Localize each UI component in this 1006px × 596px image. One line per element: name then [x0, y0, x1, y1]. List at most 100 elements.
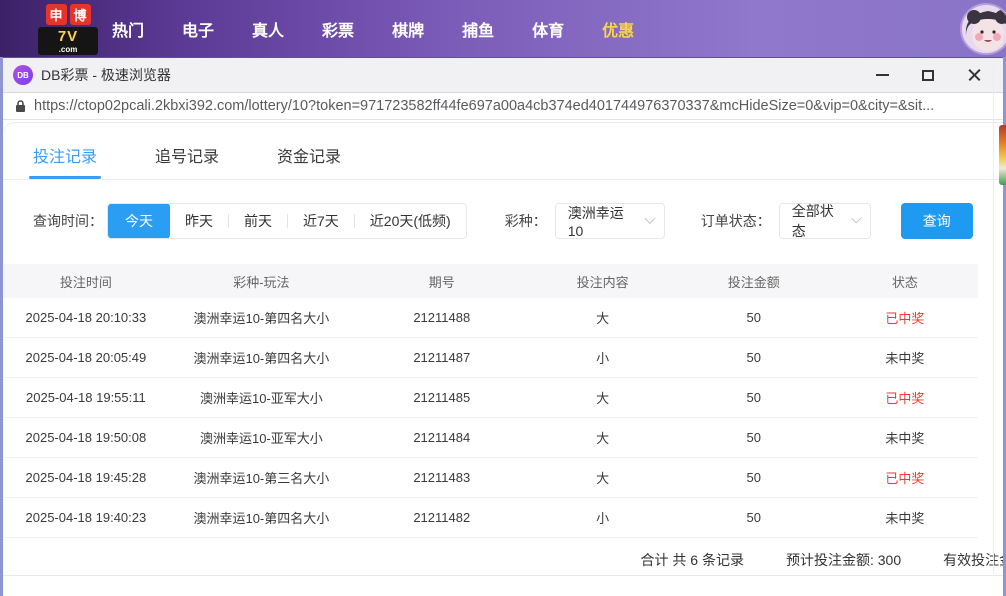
status-cell: 已中奖 [832, 308, 978, 327]
user-avatar-image [962, 5, 1006, 55]
status-cell: 已中奖 [832, 388, 978, 407]
bet-content: 小 [530, 348, 676, 367]
table-row: 2025-04-18 19:40:23 澳洲幸运10-第四名大小 2121148… [3, 498, 978, 538]
tab-fund-records-label: 资金记录 [277, 149, 341, 166]
status-cell: 未中奖 [832, 508, 978, 527]
lottery-type-label: 彩种： [505, 211, 547, 231]
bet-content: 大 [530, 388, 676, 407]
bet-content: 大 [530, 428, 676, 447]
issue-number: 21211485 [354, 390, 530, 405]
nav-item-slots[interactable]: 电子 [182, 17, 214, 41]
bet-records-table: 投注时间 彩种-玩法 期号 投注内容 投注金额 状态 2025-04-18 20… [3, 264, 978, 538]
lock-icon [15, 99, 26, 113]
bet-time: 2025-04-18 19:40:23 [3, 510, 169, 525]
game-play: 澳洲幸运10-第四名大小 [169, 508, 354, 527]
tab-bet-records-label: 投注记录 [33, 149, 97, 166]
status-cell: 未中奖 [832, 428, 978, 447]
minimize-button[interactable] [871, 64, 893, 86]
header-bet-amount: 投注金额 [676, 272, 832, 291]
bet-amount: 50 [676, 510, 832, 525]
time-option-20days[interactable]: 近20天(低频) [355, 203, 466, 239]
url-bar[interactable]: https://ctop02pcali.2kbxi392.com/lottery… [3, 92, 1003, 120]
bet-amount: 50 [676, 470, 832, 485]
bet-time: 2025-04-18 19:45:28 [3, 470, 169, 485]
close-icon [968, 69, 981, 82]
game-play: 澳洲幸运10-第四名大小 [169, 348, 354, 367]
logo-badge-left: 申 [46, 4, 67, 25]
bet-time: 2025-04-18 20:10:33 [3, 310, 169, 325]
order-status-select[interactable]: 全部状态 [779, 203, 871, 239]
order-status-label: 订单状态： [701, 211, 771, 231]
nav-item-fishing[interactable]: 捕鱼 [462, 17, 494, 41]
user-avatar[interactable] [960, 3, 1006, 55]
lottery-type-value: 澳洲幸运10 [568, 203, 635, 239]
nav-item-sports[interactable]: 体育 [532, 17, 564, 41]
time-option-yesterday[interactable]: 昨天 [170, 203, 228, 239]
issue-number: 21211482 [354, 510, 530, 525]
header-issue: 期号 [354, 272, 530, 291]
table-row: 2025-04-18 19:45:28 澳洲幸运10-第三名大小 2121148… [3, 458, 978, 498]
url-text: https://ctop02pcali.2kbxi392.com/lottery… [34, 98, 934, 114]
close-button[interactable] [963, 64, 985, 86]
browser-app-icon: DB [13, 65, 33, 85]
logo-badges: 申 博 [38, 4, 98, 25]
lottery-type-select[interactable]: 澳洲幸运10 [555, 203, 665, 239]
tab-chase-records-label: 追号记录 [155, 149, 219, 166]
search-button[interactable]: 查询 [901, 203, 973, 239]
bet-content: 大 [530, 468, 676, 487]
scrollbar-track[interactable] [993, 66, 994, 574]
clipped-floating-widget[interactable] [999, 125, 1006, 185]
window-title: DB彩票 - 极速浏览器 [41, 65, 171, 85]
time-option-7days[interactable]: 近7天 [288, 203, 354, 239]
game-play: 澳洲幸运10-第四名大小 [169, 308, 354, 327]
tab-chase-records[interactable]: 追号记录 [155, 143, 219, 179]
header-status: 状态 [832, 272, 978, 291]
query-time-label: 查询时间： [33, 211, 103, 231]
browser-window: DB DB彩票 - 极速浏览器 https://ctop02pcali.2kbx… [3, 57, 1003, 596]
nav-item-promotions[interactable]: 优惠 [602, 17, 634, 41]
bet-amount: 50 [676, 390, 832, 405]
record-tabs: 投注记录 追号记录 资金记录 [3, 123, 1003, 180]
summary-valid-amount: 有效投注金额: [943, 550, 1003, 570]
bet-time: 2025-04-18 20:05:49 [3, 350, 169, 365]
table-row: 2025-04-18 20:05:49 澳洲幸运10-第四名大小 2121148… [3, 338, 978, 378]
minimize-icon [876, 74, 889, 76]
issue-number: 21211483 [354, 470, 530, 485]
filter-bar: 查询时间： 今天 昨天 前天 近7天 近20天(低频) 彩种： 澳洲幸运10 订… [3, 180, 1003, 239]
summary-expected-amount: 预计投注金额: 300 [786, 550, 901, 570]
game-play: 澳洲幸运10-亚军大小 [169, 388, 354, 407]
logo-com-text: .com [42, 46, 94, 53]
site-logo[interactable]: 申 博 7V .com [38, 4, 98, 55]
site-top-bar: 申 博 7V .com 热门 电子 真人 彩票 棋牌 捕鱼 体育 优惠 [0, 0, 1006, 57]
table-row: 2025-04-18 19:50:08 澳洲幸运10-亚军大小 21211484… [3, 418, 978, 458]
logo-badge-right: 博 [70, 4, 91, 25]
status-cell: 已中奖 [832, 468, 978, 487]
nav-item-cards[interactable]: 棋牌 [392, 17, 424, 41]
bet-time: 2025-04-18 19:50:08 [3, 430, 169, 445]
tab-bet-records[interactable]: 投注记录 [33, 143, 97, 179]
main-nav: 热门 电子 真人 彩票 棋牌 捕鱼 体育 优惠 [112, 0, 634, 57]
logo-main: 7V .com [38, 27, 98, 55]
nav-item-lottery[interactable]: 彩票 [322, 17, 354, 41]
maximize-icon [922, 70, 934, 81]
header-bet-content: 投注内容 [530, 272, 676, 291]
browser-title-bar: DB DB彩票 - 极速浏览器 [3, 57, 1003, 92]
time-option-day-before[interactable]: 前天 [229, 203, 287, 239]
table-row: 2025-04-18 19:55:11 澳洲幸运10-亚军大小 21211485… [3, 378, 978, 418]
nav-item-hot[interactable]: 热门 [112, 17, 144, 41]
chevron-down-icon [644, 213, 655, 224]
status-cell: 未中奖 [832, 348, 978, 367]
maximize-button[interactable] [917, 64, 939, 86]
bet-time: 2025-04-18 19:55:11 [3, 390, 169, 405]
window-controls [871, 64, 993, 86]
table-header-row: 投注时间 彩种-玩法 期号 投注内容 投注金额 状态 [3, 264, 978, 298]
nav-item-live[interactable]: 真人 [252, 17, 284, 41]
lottery-records-page: 投注记录 追号记录 资金记录 查询时间： 今天 昨天 前天 [3, 123, 1003, 596]
time-option-today[interactable]: 今天 [108, 203, 170, 239]
issue-number: 21211484 [354, 430, 530, 445]
bet-amount: 50 [676, 430, 832, 445]
screen: 申 博 7V .com 热门 电子 真人 彩票 棋牌 捕鱼 体育 优惠 [0, 0, 1006, 596]
tab-fund-records[interactable]: 资金记录 [277, 143, 341, 179]
bet-content: 大 [530, 308, 676, 327]
active-tab-underline [29, 176, 101, 179]
